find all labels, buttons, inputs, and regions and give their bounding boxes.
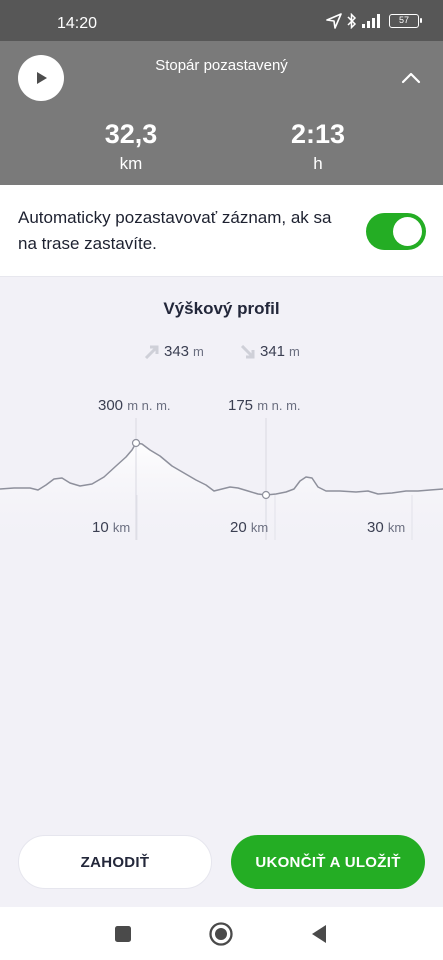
elevation-profile-title: Výškový profil [163, 299, 280, 318]
km-mark-20: 20 km [230, 519, 268, 536]
location-arrow-icon [326, 13, 342, 29]
signal-icon [362, 14, 380, 28]
back-button[interactable] [306, 921, 332, 947]
navigation-bar [0, 907, 443, 960]
status-bar: 14:20 57 [0, 0, 443, 41]
chevron-up-icon [401, 72, 421, 84]
km-mark-value: 30 [367, 519, 384, 536]
toggle-knob [393, 217, 422, 246]
recent-apps-button[interactable] [110, 921, 136, 947]
status-time: 14:20 [57, 15, 98, 32]
ascent-value: 343 [164, 343, 190, 360]
km-mark-value: 10 [92, 519, 109, 536]
distance-value: 32,3 [104, 119, 158, 149]
duration-unit: h [313, 154, 323, 173]
battery-icon: 57 [389, 14, 422, 28]
status-icons: 57 [326, 13, 422, 29]
km-mark-unit: km [387, 520, 406, 535]
distance-unit: km [119, 154, 143, 173]
tracker-status-title: Stopár pozastavený [155, 57, 288, 74]
back-triangle-icon [312, 925, 326, 943]
km-mark-10: 10 km [92, 519, 130, 536]
ascent-unit: m [193, 344, 204, 359]
discard-button[interactable]: ZAHODIŤ [18, 835, 212, 889]
home-circle-icon [209, 922, 233, 946]
autopause-label: Automaticky pozastavovať záznam, ak sa n… [18, 208, 332, 253]
home-button[interactable] [208, 921, 234, 947]
autopause-toggle[interactable] [366, 213, 426, 250]
km-mark-unit: km [112, 520, 131, 535]
distance-stat: 32,3 km [71, 119, 191, 174]
square-icon [115, 926, 131, 942]
ascent-arrow-icon [144, 345, 159, 359]
km-mark-30: 30 km [367, 519, 405, 536]
finish-and-save-button[interactable]: UKONČIŤ A ULOŽIŤ [231, 835, 425, 889]
km-mark-value: 20 [230, 519, 247, 536]
descent-stat: 341 m [240, 343, 300, 360]
tracker-panel: Stopár pozastavený 32,3 km 2:13 h [0, 41, 443, 185]
min-elevation-point [261, 490, 271, 500]
ascent-stat: 343 m [144, 343, 204, 360]
collapse-button[interactable] [396, 65, 426, 91]
descent-value: 341 [260, 343, 286, 360]
duration-stat: 2:13 h [258, 119, 378, 174]
descent-arrow-icon [240, 344, 255, 358]
max-elevation-point [131, 438, 141, 448]
duration-value: 2:13 [290, 119, 346, 149]
bluetooth-icon [347, 13, 357, 29]
km-mark-unit: km [250, 520, 269, 535]
descent-unit: m [289, 344, 300, 359]
